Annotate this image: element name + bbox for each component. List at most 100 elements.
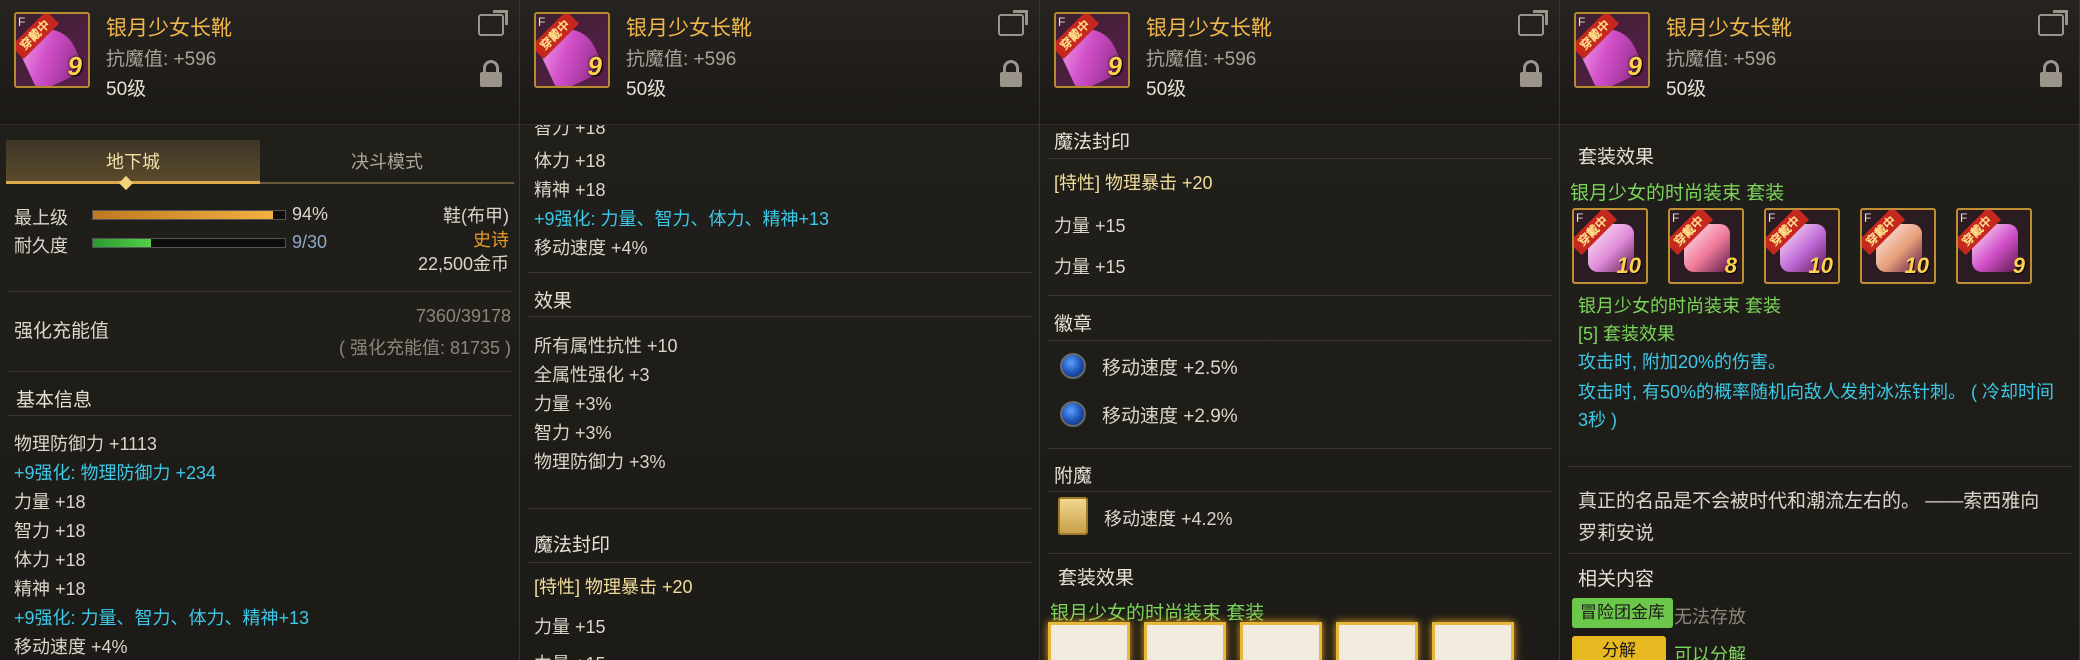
share-icon[interactable] [998,14,1024,36]
seal-title: 魔法封印 [1054,132,1131,153]
enhance-level: 10 [1808,253,1833,278]
max-grade-bar [92,210,286,220]
item-name: 银月少女长靴 [1146,17,1272,40]
set-piece-thumb[interactable] [1336,622,1418,660]
item-icon[interactable]: 穿戴中 F 9 [534,12,610,88]
lock-icon[interactable] [1520,60,1542,87]
flag-label: F [1576,211,1584,225]
set-piece-thumb[interactable] [1048,622,1130,660]
lock-icon[interactable] [1000,60,1022,87]
enchant-card-icon [1058,497,1088,535]
set-name: 银月少女的时尚装束 套装 [1050,603,1265,624]
tag-disassemble[interactable]: 分解 [1572,636,1666,660]
share-icon[interactable] [2038,14,2064,36]
seal-title: 魔法封印 [534,535,611,556]
set-title: 套装效果 [1058,568,1135,589]
set-piece-thumb[interactable] [1240,622,1322,660]
share-icon[interactable] [478,14,504,36]
share-icon[interactable] [1518,14,1544,36]
flag-label: F [1578,15,1586,29]
tooltip-panel-2: 智力 +18 体力 +18 精神 +18 +9强化: 力量、智力、体力、精神+13 移… [520,0,1040,660]
enhance-level: 9 [587,51,602,81]
charge-label: 强化充能值 [14,321,110,342]
slot-type: 鞋(布甲) [443,206,509,226]
durability-label: 耐久度 [14,236,68,256]
magic-resist: 抗魔值: +596 [106,49,217,70]
item-header: 穿戴中 F 9 银月少女长靴 抗魔值: +596 50级 [520,0,1039,125]
bonus-line-1: 攻击时, 附加20%的伤害。 [1578,352,1787,372]
set-piece-thumb[interactable]: 穿戴中 F 9 [1956,208,2032,284]
set-piece-thumb[interactable]: 穿戴中 F 10 [1860,208,1936,284]
tooltip-panel-1: 穿戴中 F 9 银月少女长靴 抗魔值: +596 50级 地下城 决斗模式 最上… [0,0,520,660]
stat-line: 所有属性抗性 +10 [534,336,678,356]
max-grade-label: 最上级 [14,208,68,228]
price: 22,500金币 [417,254,509,274]
lock-icon[interactable] [2040,60,2062,87]
enhance-level: 10 [1904,253,1929,278]
enchant-title: 附魔 [1054,466,1093,487]
charge-value: 7360/39178 [415,306,511,326]
disassemble-status: 可以分解 [1674,645,1746,660]
magic-resist: 抗魔值: +596 [626,49,737,70]
stat-line: 精神 +18 [534,180,606,200]
seal-stat-partial: 力量 +15 [534,650,606,660]
set-piece-thumb[interactable] [1432,622,1514,660]
flag-label: F [1864,211,1872,225]
flag-label: F [18,15,26,29]
quote-line-1: 真正的名品是不会被时代和潮流左右的。 ——索西雅向 [1578,491,2040,512]
emblem-orb-icon [1060,353,1086,379]
flag-label: F [1960,211,1968,225]
item-icon[interactable]: 穿戴中 F 9 [1574,12,1650,88]
tooltip-panel-4: 穿戴中 F 9 银月少女长靴 抗魔值: +596 50级 套装效果 银月少女的时… [1560,0,2080,660]
item-level: 50级 [1666,79,1707,100]
enhance-level: 9 [2012,253,2025,278]
enhance-level: 9 [1107,51,1122,81]
enhance-level: 8 [1724,253,1737,278]
set-piece-thumb[interactable]: 穿戴中 F 10 [1572,208,1648,284]
set-piece-thumb[interactable]: 穿戴中 F 10 [1764,208,1840,284]
item-icon[interactable]: 穿戴中 F 9 [14,12,90,88]
tab-dungeon[interactable]: 地下城 [6,140,260,184]
item-name: 银月少女长靴 [1666,17,1792,40]
emblem-title: 徽章 [1054,314,1093,335]
bonus-line-3: 3秒 ) [1578,410,1618,430]
storage-status: 无法存放 [1674,607,1746,627]
stat-line: 全属性强化 +3 [534,365,650,385]
set-bonus: [5] 套装效果 [1578,324,1676,344]
item-header: 穿戴中 F 9 银月少女长靴 抗魔值: +596 50级 [0,0,519,125]
tag-storage[interactable]: 冒险团金库 [1572,598,1673,628]
lock-icon[interactable] [480,60,502,87]
bonus-line-2: 攻击时, 有50%的概率随机向敌人发射冰冻针刺。 ( 冷却时间 [1578,382,2055,402]
set-piece-thumb[interactable] [1144,622,1226,660]
item-header: 穿戴中 F 9 银月少女长靴 抗魔值: +596 50级 [1560,0,2079,125]
durability-bar [92,238,286,248]
stat-line: 移动速度 +4% [14,637,128,657]
seal-stat-1: 力量 +15 [1054,216,1126,236]
stat-line: 移动速度 +4% [534,238,648,258]
stat-line: +9强化: 力量、智力、体力、精神+13 [14,608,310,628]
emblem-orb-icon [1060,401,1086,427]
stat-line: 力量 +3% [534,394,612,414]
mode-tabs: 地下城 决斗模式 [6,140,514,184]
emblem-1: 移动速度 +2.5% [1102,358,1238,379]
stat-line: 力量 +18 [14,492,86,512]
set-name: 银月少女的时尚装束 套装 [1570,183,1785,204]
related-title: 相关内容 [1578,569,1655,590]
item-level: 50级 [1146,79,1187,100]
seal-stat-2: 力量 +15 [1054,257,1126,277]
enhance-level: 10 [1616,253,1641,278]
item-level: 50级 [106,79,147,100]
item-icon[interactable]: 穿戴中 F 9 [1054,12,1130,88]
tab-pvp[interactable]: 决斗模式 [260,140,514,184]
flag-label: F [1058,15,1066,29]
item-name: 银月少女长靴 [106,17,232,40]
set-name-2: 银月少女的时尚装束 套装 [1578,296,1781,316]
set-title: 套装效果 [1578,147,1655,168]
seal-trait: [特性] 物理暴击 +20 [1054,173,1213,193]
set-piece-thumb[interactable]: 穿戴中 F 8 [1668,208,1744,284]
enhance-level: 9 [67,51,82,81]
magic-resist: 抗魔值: +596 [1146,49,1257,70]
stat-line: +9强化: 力量、智力、体力、精神+13 [534,209,830,229]
quote-line-2: 罗莉安说 [1578,523,1655,544]
durability-value: 9/30 [292,232,328,252]
